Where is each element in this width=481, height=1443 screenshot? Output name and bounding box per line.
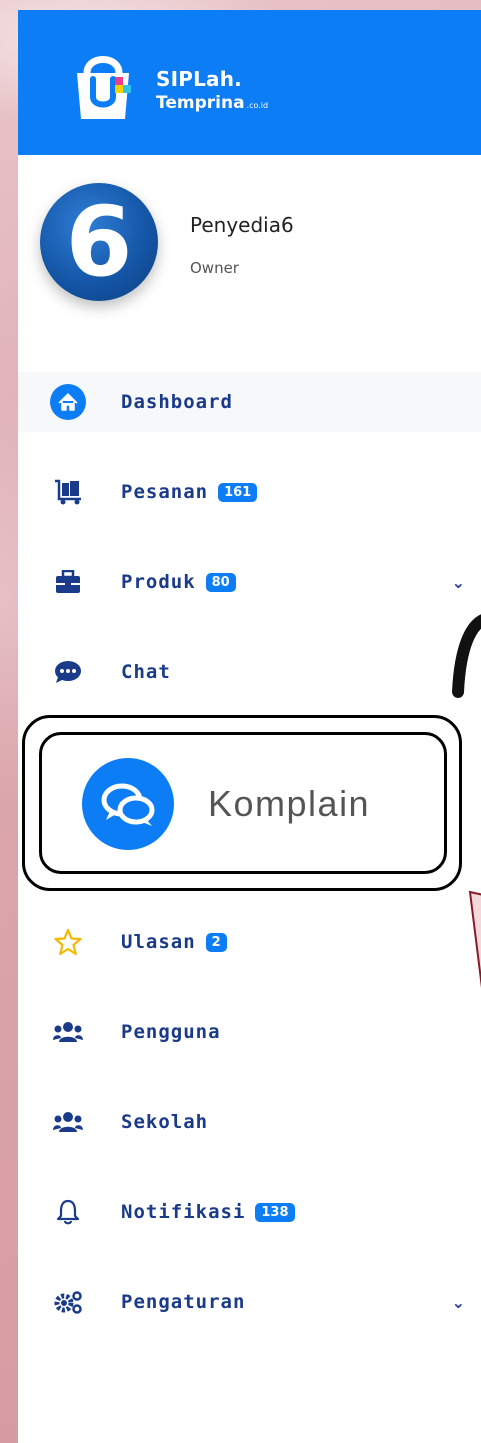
brand-tld: .co.id (246, 101, 269, 110)
produk-count-badge: 80 (205, 573, 236, 592)
nav-item-pesanan[interactable]: Pesanan 161 (18, 462, 481, 522)
chat-bubbles-icon (82, 758, 174, 850)
decorative-ribbon (468, 890, 481, 989)
chat-bubble-icon (50, 654, 86, 690)
nav-label-komplain: Komplain (208, 783, 371, 824)
nav-label-pesanan: Pesanan 161 (121, 481, 258, 503)
nav-item-produk[interactable]: Produk 80 ⌄ (18, 552, 481, 612)
cart-icon (50, 474, 86, 510)
sidebar: SIPLah. Temprina .co.id 6 Penyedia6 Owner… (18, 10, 481, 1443)
nav-item-ulasan[interactable]: Ulasan 2 (18, 912, 481, 972)
nav-text-ulasan: Ulasan (121, 931, 196, 953)
decorative-swoosh (452, 614, 481, 698)
chevron-down-icon[interactable]: ⌄ (452, 573, 465, 592)
shopping-bag-logo-icon (77, 56, 131, 119)
nav-text-pesanan: Pesanan (121, 481, 209, 503)
avatar: 6 (40, 183, 158, 301)
nav-item-sekolah[interactable]: Sekolah (18, 1092, 481, 1152)
nav-label-pengaturan: Pengaturan (121, 1291, 246, 1313)
star-icon (50, 924, 86, 960)
nav-item-chat[interactable]: Chat (18, 642, 481, 702)
pesanan-count-badge: 161 (218, 483, 258, 502)
nav-label-notifikasi: Notifikasi 138 (121, 1201, 295, 1223)
nav-item-pengaturan[interactable]: Pengaturan ⌄ (18, 1272, 481, 1332)
nav-item-komplain-highlight[interactable]: Komplain (22, 715, 462, 891)
brand-subname-text: Temprina (156, 93, 245, 113)
nav-item-pengguna[interactable]: Pengguna (18, 1002, 481, 1062)
nav-item-dashboard[interactable]: Dashboard (18, 372, 481, 432)
ulasan-count-badge: 2 (205, 933, 227, 952)
notifikasi-count-badge: 138 (255, 1203, 295, 1222)
users-icon (50, 1104, 86, 1140)
users-icon (50, 1014, 86, 1050)
user-profile[interactable]: 6 Penyedia6 Owner (18, 155, 481, 360)
profile-name: Penyedia6 (190, 213, 294, 237)
nav-label-chat: Chat (121, 661, 171, 683)
brand-subname: Temprina .co.id (156, 93, 268, 113)
chevron-down-icon[interactable]: ⌄ (452, 1293, 465, 1312)
nav-label-pengguna: Pengguna (121, 1021, 221, 1043)
brand-name: SIPLah. (156, 67, 242, 91)
nav-label-dashboard: Dashboard (121, 391, 233, 413)
nav-item-komplain[interactable]: Komplain (39, 732, 447, 874)
avatar-text: 6 (65, 186, 133, 298)
nav-label-produk: Produk 80 (121, 571, 236, 593)
home-icon (50, 384, 86, 420)
nav-item-notifikasi[interactable]: Notifikasi 138 (18, 1182, 481, 1242)
brand-header[interactable]: SIPLah. Temprina .co.id (18, 10, 481, 155)
bell-icon (50, 1194, 86, 1230)
nav-text-produk: Produk (121, 571, 196, 593)
nav-label-sekolah: Sekolah (121, 1111, 209, 1133)
nav-label-ulasan: Ulasan 2 (121, 931, 227, 953)
profile-role: Owner (190, 259, 239, 277)
briefcase-icon (50, 564, 86, 600)
nav-text-notifikasi: Notifikasi (121, 1201, 246, 1223)
cogs-icon (50, 1284, 86, 1320)
